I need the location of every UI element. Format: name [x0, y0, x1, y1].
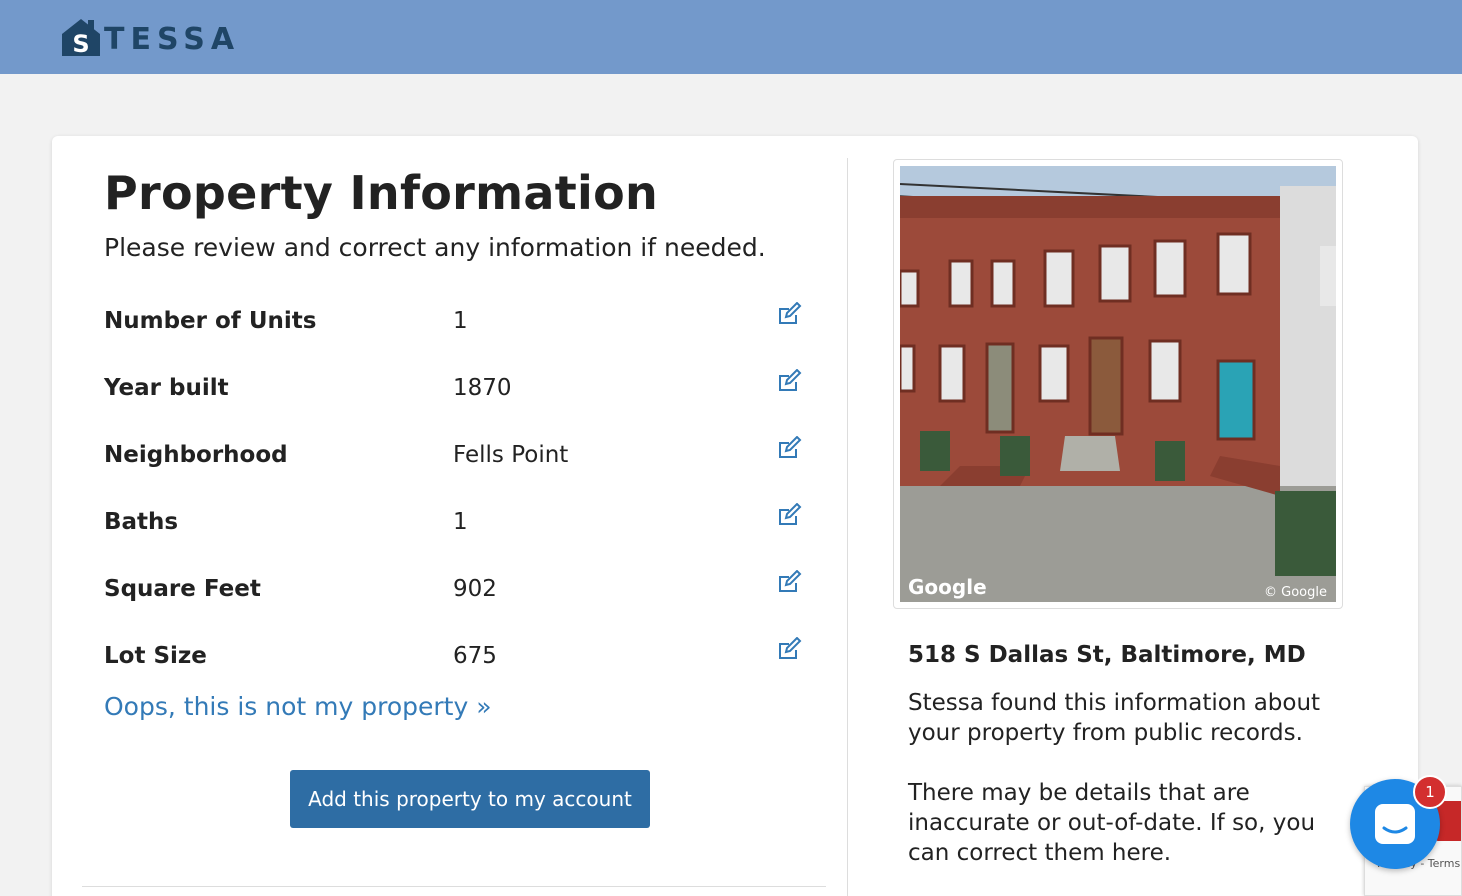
- field-value: 1870: [453, 375, 512, 401]
- public-records-note: Stessa found this information about your…: [908, 690, 1321, 746]
- page-title: Property Information: [104, 166, 659, 220]
- field-row-units: Number of Units 1: [104, 301, 804, 348]
- logo-initial: S: [72, 30, 89, 58]
- property-card: Property Information Please review and c…: [52, 136, 1418, 896]
- field-row-neighborhood: Neighborhood Fells Point: [104, 435, 804, 482]
- chat-icon: [1375, 804, 1415, 844]
- field-label: Square Feet: [104, 576, 261, 602]
- add-property-button[interactable]: Add this property to my account: [290, 770, 650, 828]
- stessa-logo[interactable]: S TESSA: [60, 15, 240, 59]
- double-chevron-right-icon: »: [476, 692, 492, 721]
- property-photo-frame: Google © Google: [893, 159, 1343, 609]
- edit-icon[interactable]: [776, 636, 804, 663]
- field-row-year-built: Year built 1870: [104, 368, 804, 415]
- edit-icon[interactable]: [776, 502, 804, 529]
- house-logo-icon: S: [60, 16, 102, 58]
- divider: [82, 886, 826, 887]
- field-value: 675: [453, 643, 497, 669]
- property-address: 518 S Dallas St, Baltimore, MD: [908, 642, 1306, 668]
- field-label: Neighborhood: [104, 442, 288, 468]
- not-my-property-link[interactable]: Oops, this is not my property »: [104, 692, 492, 721]
- google-copyright: © Google: [1264, 585, 1327, 600]
- edit-icon[interactable]: [776, 569, 804, 596]
- edit-icon[interactable]: [776, 435, 804, 462]
- not-my-property-label: Oops, this is not my property: [104, 692, 469, 721]
- field-value: 1: [453, 308, 468, 334]
- edit-icon[interactable]: [776, 301, 804, 328]
- field-label: Baths: [104, 509, 179, 535]
- page-subtitle: Please review and correct any informatio…: [104, 233, 766, 263]
- chat-notification-badge: 1: [1413, 775, 1447, 809]
- field-row-square-feet: Square Feet 902: [104, 569, 804, 616]
- property-info-header: Property Information Please review and c…: [104, 166, 814, 262]
- field-label: Lot Size: [104, 643, 207, 669]
- logo-wordmark: TESSA: [104, 21, 241, 57]
- field-value: Fells Point: [453, 442, 569, 468]
- field-label: Number of Units: [104, 308, 317, 334]
- field-value: 1: [453, 509, 468, 535]
- field-label: Year built: [104, 375, 229, 401]
- google-watermark: Google: [908, 575, 987, 599]
- field-row-baths: Baths 1: [104, 502, 804, 549]
- top-navbar: S TESSA: [0, 0, 1462, 74]
- property-street-view-photo: Google © Google: [900, 166, 1336, 602]
- correction-note: There may be details that are inaccurate…: [908, 780, 1316, 866]
- field-value: 902: [453, 576, 497, 602]
- edit-icon[interactable]: [776, 368, 804, 395]
- field-row-lot-size: Lot Size 675: [104, 636, 804, 683]
- column-divider: [847, 158, 848, 896]
